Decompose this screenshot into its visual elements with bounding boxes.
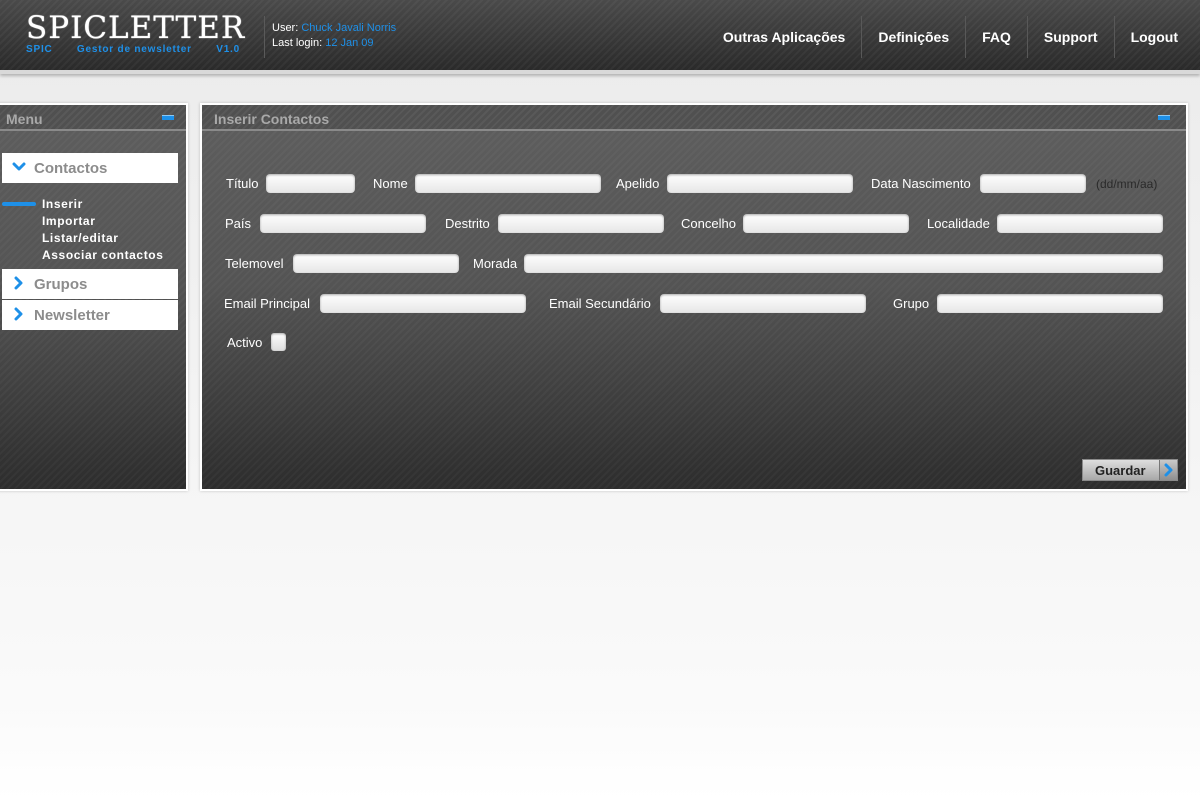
telemovel-label: Telemovel (225, 256, 284, 271)
sidebar-item-label: Newsletter (34, 307, 110, 324)
collapse-icon[interactable] (1158, 115, 1170, 120)
destrito-input[interactable] (498, 214, 664, 233)
last-login-date: 12 Jan 09 (325, 37, 374, 49)
sidebar-item-contactos[interactable]: Contactos (2, 153, 178, 183)
sidebar-item-label: Contactos (34, 160, 108, 177)
localidade-label: Localidade (927, 216, 990, 231)
nav-outras-aplicacoes[interactable]: Outras Aplicações (707, 16, 861, 58)
data-nascimento-input[interactable] (980, 174, 1086, 193)
logo-title: SPICLETTER (26, 10, 246, 46)
collapse-icon[interactable] (162, 115, 174, 120)
submenu-item-label: Importar (42, 214, 96, 228)
submenu-item-associar-contactos[interactable]: Associar contactos (2, 247, 178, 264)
panel-title-bar: Inserir Contactos (202, 105, 1186, 131)
localidade-input[interactable] (997, 214, 1163, 233)
email-secundario-input[interactable] (660, 294, 866, 313)
panel-title: Inserir Contactos (214, 111, 330, 127)
submenu-item-label: Associar contactos (42, 248, 164, 262)
user-line: User: Chuck Javali Norris (272, 21, 396, 36)
logo-sub-mid: Gestor de newsletter (76, 44, 192, 55)
chevron-right-icon (1164, 463, 1173, 477)
chevron-right-icon (14, 307, 23, 321)
nav-support[interactable]: Support (1026, 16, 1114, 58)
active-indicator (2, 202, 36, 206)
morada-label: Morada (473, 256, 518, 271)
destrito-label: Destrito (445, 216, 490, 231)
activo-checkbox[interactable] (271, 333, 286, 351)
logo-sub-right: V1.0 (216, 44, 240, 55)
chevron-right-icon (14, 276, 23, 290)
header-divider (264, 16, 265, 58)
nav-logout[interactable]: Logout (1113, 16, 1200, 58)
grupo-input[interactable] (937, 294, 1163, 313)
telemovel-input[interactable] (293, 254, 459, 273)
user-info: User: Chuck Javali Norris Last login: 12… (272, 21, 396, 51)
submenu-item-importar[interactable]: Importar (2, 213, 178, 230)
nav-faq[interactable]: FAQ (965, 16, 1027, 58)
insert-contacts-panel: Inserir Contactos Título Nome Apelido Da… (200, 103, 1188, 491)
morada-input[interactable] (524, 254, 1163, 273)
apelido-label: Apelido (616, 176, 660, 191)
concelho-input[interactable] (743, 214, 909, 233)
submenu-item-label: Inserir (42, 197, 83, 211)
nav-definicoes[interactable]: Definições (861, 16, 965, 58)
concelho-label: Concelho (681, 216, 736, 231)
logo-sub-left: SPIC (26, 44, 53, 55)
nome-input[interactable] (415, 174, 601, 193)
pais-input[interactable] (260, 214, 426, 233)
arrow-right-icon (1159, 460, 1177, 480)
last-login-line: Last login: 12 Jan 09 (272, 36, 396, 51)
submenu-item-listar-editar[interactable]: Listar/editar (2, 230, 178, 247)
pais-label: País (225, 216, 252, 231)
email-principal-label: Email Principal (224, 296, 310, 311)
sidebar-title-bar: Menu (0, 105, 186, 131)
chevron-down-icon (12, 162, 26, 171)
top-nav: Outras Aplicações Definições FAQ Support… (707, 16, 1200, 58)
grupo-label: Grupo (893, 296, 930, 311)
email-principal-input[interactable] (320, 294, 526, 313)
apelido-input[interactable] (667, 174, 853, 193)
top-header: SPICLETTER SPIC Gestor de newsletter V1.… (0, 0, 1200, 74)
contactos-submenu: Inserir Importar Listar/editar Associar … (2, 196, 178, 264)
sidebar-item-label: Grupos (34, 276, 88, 293)
save-button[interactable]: Guardar (1082, 459, 1178, 481)
submenu-item-inserir[interactable]: Inserir (2, 196, 178, 213)
submenu-item-label: Listar/editar (42, 231, 119, 245)
user-name: Chuck Javali Norris (301, 22, 397, 34)
data-nascimento-label: Data Nascimento (871, 176, 971, 191)
date-format-hint: (dd/mm/aa) (1096, 177, 1158, 191)
titulo-label: Título (226, 176, 259, 191)
app-logo[interactable]: SPICLETTER SPIC Gestor de newsletter V1.… (26, 10, 246, 55)
sidebar-item-grupos[interactable]: Grupos (2, 269, 178, 299)
sidebar-title: Menu (6, 111, 43, 127)
activo-label: Activo (227, 335, 263, 350)
user-label: User: (272, 22, 299, 34)
sidebar-item-newsletter[interactable]: Newsletter (2, 300, 178, 330)
email-secundario-label: Email Secundário (549, 296, 651, 311)
titulo-input[interactable] (266, 174, 355, 193)
save-button-label: Guardar (1095, 463, 1146, 478)
last-login-label: Last login: (272, 37, 323, 49)
sidebar-menu: Menu Contactos Inserir Importar Listar/e… (0, 103, 188, 491)
nome-label: Nome (373, 176, 408, 191)
